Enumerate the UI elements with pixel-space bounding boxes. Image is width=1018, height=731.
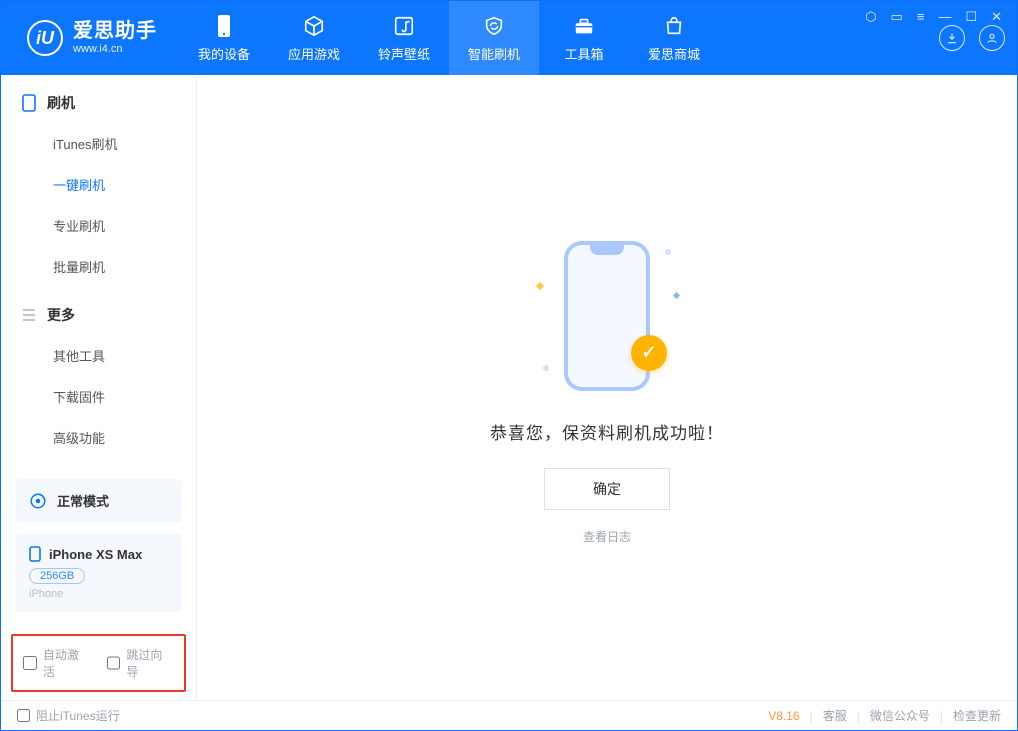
block-itunes-checkbox[interactable]: 阻止iTunes运行 bbox=[17, 707, 120, 724]
device-small-icon bbox=[29, 546, 41, 562]
account-button[interactable] bbox=[979, 25, 1005, 51]
sidebar-item-batch-flash[interactable]: 批量刷机 bbox=[1, 246, 196, 287]
statusbar: 阻止iTunes运行 V8.16 | 客服 | 微信公众号 | 检查更新 bbox=[1, 700, 1017, 730]
tab-toolbox[interactable]: 工具箱 bbox=[539, 1, 629, 75]
window-controls: ⬡ ▭ ≡ — ☐ ✕ bbox=[862, 9, 1005, 25]
tab-label: 应用游戏 bbox=[288, 44, 340, 63]
mode-label: 正常模式 bbox=[57, 491, 109, 510]
separator: | bbox=[810, 709, 813, 723]
main-area: 刷机 iTunes刷机 一键刷机 专业刷机 批量刷机 更多 其他工具 下载固件 … bbox=[1, 75, 1017, 700]
section-title: 更多 bbox=[47, 305, 75, 325]
refresh-shield-icon bbox=[482, 14, 506, 38]
bag-icon bbox=[662, 14, 686, 38]
block-itunes-input[interactable] bbox=[17, 709, 30, 722]
brand-name: 爱思助手 bbox=[73, 20, 157, 43]
decor-spark-icon bbox=[673, 291, 680, 298]
view-log-link[interactable]: 查看日志 bbox=[583, 528, 631, 545]
success-illustration: ✓ bbox=[507, 231, 707, 401]
phone-outline-icon bbox=[564, 241, 650, 391]
sidebar-section-flash: 刷机 bbox=[1, 75, 196, 123]
version-label: V8.16 bbox=[768, 709, 799, 723]
brand: iU 爱思助手 www.i4.cn bbox=[1, 1, 179, 75]
device-name: iPhone XS Max bbox=[49, 547, 142, 562]
tab-store[interactable]: 爱思商城 bbox=[629, 1, 719, 75]
list-icon bbox=[21, 307, 37, 323]
decor-dot-icon bbox=[543, 365, 549, 371]
toolbox-icon bbox=[572, 14, 596, 38]
cube-icon bbox=[302, 14, 326, 38]
wechat-link[interactable]: 微信公众号 bbox=[870, 707, 930, 724]
skip-guide-input[interactable] bbox=[107, 656, 121, 670]
decor-dot-icon bbox=[665, 249, 671, 255]
content-area: ✓ 恭喜您，保资料刷机成功啦！ 确定 查看日志 bbox=[197, 75, 1017, 700]
sidebar-bottom-panel: 正常模式 iPhone XS Max 256GB iPhone bbox=[1, 469, 196, 634]
separator: | bbox=[940, 709, 943, 723]
sidebar-item-download-firmware[interactable]: 下载固件 bbox=[1, 376, 196, 417]
maximize-icon[interactable]: ☐ bbox=[962, 9, 980, 25]
close-icon[interactable]: ✕ bbox=[988, 9, 1005, 25]
ok-button[interactable]: 确定 bbox=[544, 468, 670, 510]
tab-my-device[interactable]: 我的设备 bbox=[179, 1, 269, 75]
decor-spark-icon bbox=[536, 281, 544, 289]
device-capacity: 256GB bbox=[29, 568, 85, 584]
nav-tabs: 我的设备 应用游戏 铃声壁纸 智能刷机 工具箱 bbox=[179, 1, 719, 75]
tab-label: 工具箱 bbox=[564, 44, 603, 63]
sidebar-item-advanced[interactable]: 高级功能 bbox=[1, 417, 196, 458]
sidebar: 刷机 iTunes刷机 一键刷机 专业刷机 批量刷机 更多 其他工具 下载固件 … bbox=[1, 75, 197, 700]
flash-options-row: 自动激活 跳过向导 bbox=[11, 634, 186, 692]
device-type: iPhone bbox=[29, 588, 168, 600]
tab-label: 我的设备 bbox=[198, 44, 250, 63]
auto-activate-checkbox[interactable]: 自动激活 bbox=[23, 646, 91, 680]
titlebar: iU 爱思助手 www.i4.cn 我的设备 应用游戏 铃声壁纸 bbox=[1, 1, 1017, 75]
tab-smart-flash[interactable]: 智能刷机 bbox=[449, 1, 539, 75]
device-card[interactable]: iPhone XS Max 256GB iPhone bbox=[15, 534, 182, 612]
brand-url: www.i4.cn bbox=[73, 43, 157, 56]
support-link[interactable]: 客服 bbox=[823, 707, 847, 724]
tab-label: 铃声壁纸 bbox=[378, 44, 430, 63]
auto-activate-label: 自动激活 bbox=[43, 646, 91, 680]
tab-label: 爱思商城 bbox=[648, 44, 700, 63]
device-icon bbox=[212, 14, 236, 38]
menu-icon[interactable]: ≡ bbox=[914, 9, 928, 25]
feedback-icon[interactable]: ▭ bbox=[888, 9, 906, 25]
tab-label: 智能刷机 bbox=[468, 44, 520, 63]
shirt-icon[interactable]: ⬡ bbox=[862, 9, 879, 25]
tab-apps-games[interactable]: 应用游戏 bbox=[269, 1, 359, 75]
mode-icon bbox=[29, 492, 47, 510]
sidebar-item-other-tools[interactable]: 其他工具 bbox=[1, 335, 196, 376]
block-itunes-label: 阻止iTunes运行 bbox=[36, 707, 120, 724]
tab-ringtones-wallpapers[interactable]: 铃声壁纸 bbox=[359, 1, 449, 75]
sidebar-section-more: 更多 bbox=[1, 287, 196, 335]
section-title: 刷机 bbox=[47, 93, 75, 113]
phone-outline-icon bbox=[21, 95, 37, 111]
sidebar-item-one-click-flash[interactable]: 一键刷机 bbox=[1, 164, 196, 205]
download-manager-button[interactable] bbox=[939, 25, 965, 51]
check-update-link[interactable]: 检查更新 bbox=[953, 707, 1001, 724]
success-message: 恭喜您，保资料刷机成功啦！ bbox=[490, 419, 724, 444]
brand-logo-icon: iU bbox=[27, 20, 63, 56]
separator: | bbox=[857, 709, 860, 723]
music-folder-icon bbox=[392, 14, 416, 38]
skip-guide-label: 跳过向导 bbox=[126, 646, 174, 680]
mode-card[interactable]: 正常模式 bbox=[15, 479, 182, 522]
minimize-icon[interactable]: — bbox=[935, 9, 954, 25]
sidebar-item-itunes-flash[interactable]: iTunes刷机 bbox=[1, 123, 196, 164]
auto-activate-input[interactable] bbox=[23, 656, 37, 670]
success-check-icon: ✓ bbox=[631, 335, 667, 371]
sidebar-item-pro-flash[interactable]: 专业刷机 bbox=[1, 205, 196, 246]
skip-guide-checkbox[interactable]: 跳过向导 bbox=[107, 646, 175, 680]
